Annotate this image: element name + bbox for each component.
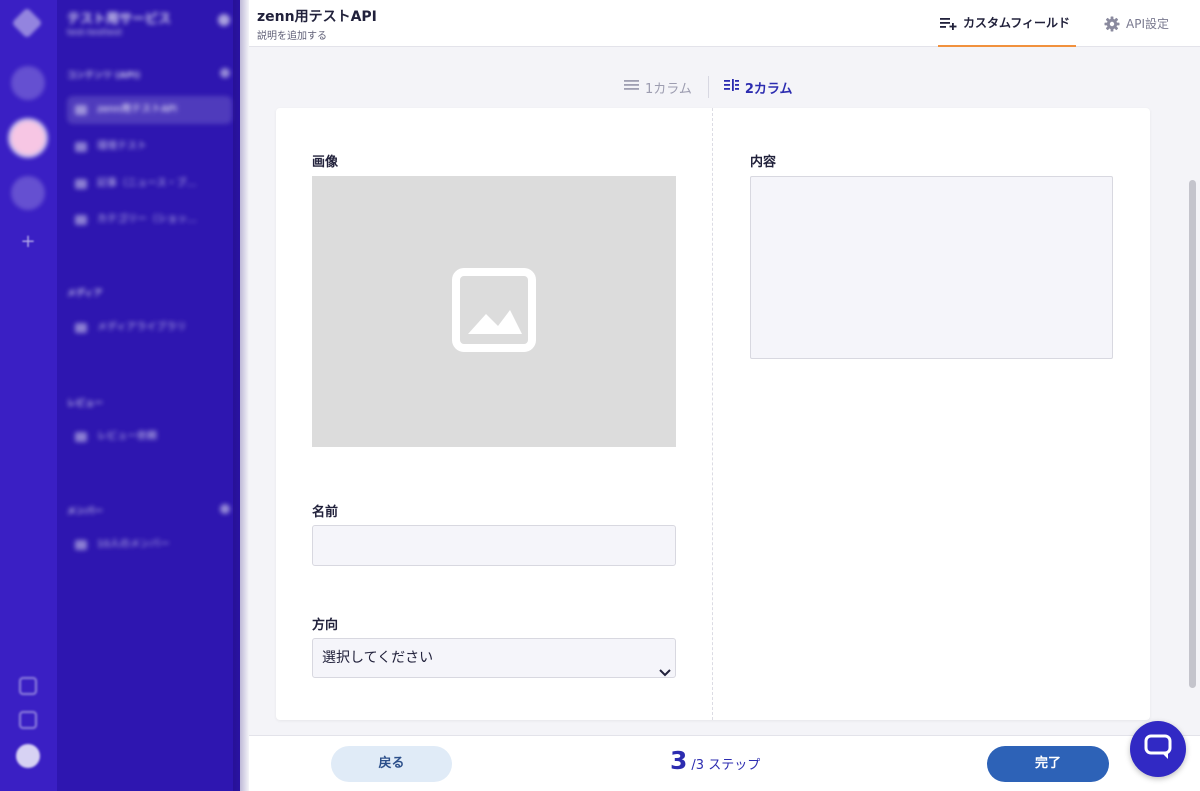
chat-bubble-icon <box>1144 733 1172 765</box>
direction-select[interactable]: 選択してください <box>312 638 676 678</box>
sidebar-item-api[interactable]: 記事（ニュース・ブ… <box>67 170 232 198</box>
direction-field-label: 方向 <box>312 618 339 633</box>
name-input[interactable] <box>312 525 676 566</box>
add-service-icon[interactable]: + <box>20 233 36 251</box>
service-settings-icon[interactable] <box>218 14 230 26</box>
chat-support-button[interactable] <box>1130 721 1186 777</box>
service-avatar[interactable] <box>11 66 45 100</box>
back-button[interactable]: 戻る <box>331 746 452 782</box>
custom-field-icon <box>940 16 957 30</box>
sidebar-item-api[interactable]: 環境テスト <box>67 133 232 161</box>
column-divider <box>712 108 713 720</box>
page-scrollbar[interactable] <box>1189 180 1196 688</box>
step-current: 3 <box>670 746 688 775</box>
sidebar-item-media[interactable]: メディアライブラリ <box>67 314 232 342</box>
sidebar-section-review: レビュー <box>67 399 104 409</box>
finish-button[interactable]: 完了 <box>987 746 1109 782</box>
page-header: zenn用テストAPI 説明を追加する カスタムフィールド API設定 <box>249 0 1200 47</box>
sidebar-shadow <box>233 0 249 791</box>
content-textarea[interactable] <box>750 176 1113 359</box>
sidebar-item-api[interactable]: zenn用テストAPI <box>67 96 232 124</box>
gear-icon <box>1104 16 1120 32</box>
add-description-link[interactable]: 説明を追加する <box>257 27 327 42</box>
wizard-footer: 戻る 3 /3 ステップ 完了 <box>249 735 1200 791</box>
service-name: テスト用サービス <box>67 12 172 27</box>
step-indicator: 3 /3 ステップ <box>670 746 760 782</box>
add-member-icon[interactable] <box>220 504 230 514</box>
layout-switcher: 1カラム 2カラム <box>624 76 804 98</box>
tab-custom-field[interactable]: カスタムフィールド <box>938 0 1076 47</box>
tab-label: カスタムフィールド <box>963 16 1071 30</box>
app-logo[interactable] <box>11 7 43 39</box>
sidebar: テスト用サービス test-testtest コンテンツ (API) zenn用… <box>57 0 240 791</box>
page-title: zenn用テストAPI <box>257 9 377 25</box>
one-column-option[interactable]: 1カラム <box>624 78 692 97</box>
two-column-icon <box>723 79 739 95</box>
switcher-divider <box>707 76 709 98</box>
add-api-icon[interactable] <box>220 68 230 78</box>
sidebar-item-review[interactable]: レビュー依頼 <box>67 423 232 451</box>
select-value: 選択してください <box>322 650 434 666</box>
doc-icon[interactable] <box>19 677 37 695</box>
form-preview-card: 画像 名前 方向 選択してください 内容 <box>276 108 1150 720</box>
sidebar-section-media: メディア <box>67 289 103 299</box>
one-column-icon <box>624 79 639 95</box>
sidebar-section-members: メンバー <box>67 507 104 517</box>
chevron-down-icon <box>659 654 671 692</box>
sidebar-item-api[interactable]: カテゴリー（ショッ… <box>67 206 232 234</box>
service-avatar-active[interactable] <box>11 121 45 155</box>
two-column-option[interactable]: 2カラム <box>723 78 793 97</box>
service-id: test-testtest <box>67 28 123 38</box>
service-rail: + <box>0 0 57 791</box>
sidebar-item-members[interactable]: 10人のメンバー <box>67 531 232 559</box>
sidebar-section-content: コンテンツ (API) <box>67 71 141 81</box>
image-field[interactable] <box>312 176 676 447</box>
step-total: /3 ステップ <box>691 758 761 773</box>
image-placeholder-icon <box>452 267 536 356</box>
service-avatar[interactable] <box>11 176 45 210</box>
tab-label: API設定 <box>1126 17 1169 31</box>
one-column-label: 1カラム <box>645 81 692 97</box>
tab-api-settings[interactable]: API設定 <box>1104 0 1184 47</box>
image-field-label: 画像 <box>312 155 339 170</box>
help-icon[interactable] <box>19 711 37 729</box>
name-field-label: 名前 <box>312 505 339 520</box>
content-field-label: 内容 <box>750 155 777 170</box>
user-avatar[interactable] <box>16 744 40 768</box>
two-column-label: 2カラム <box>744 81 793 97</box>
